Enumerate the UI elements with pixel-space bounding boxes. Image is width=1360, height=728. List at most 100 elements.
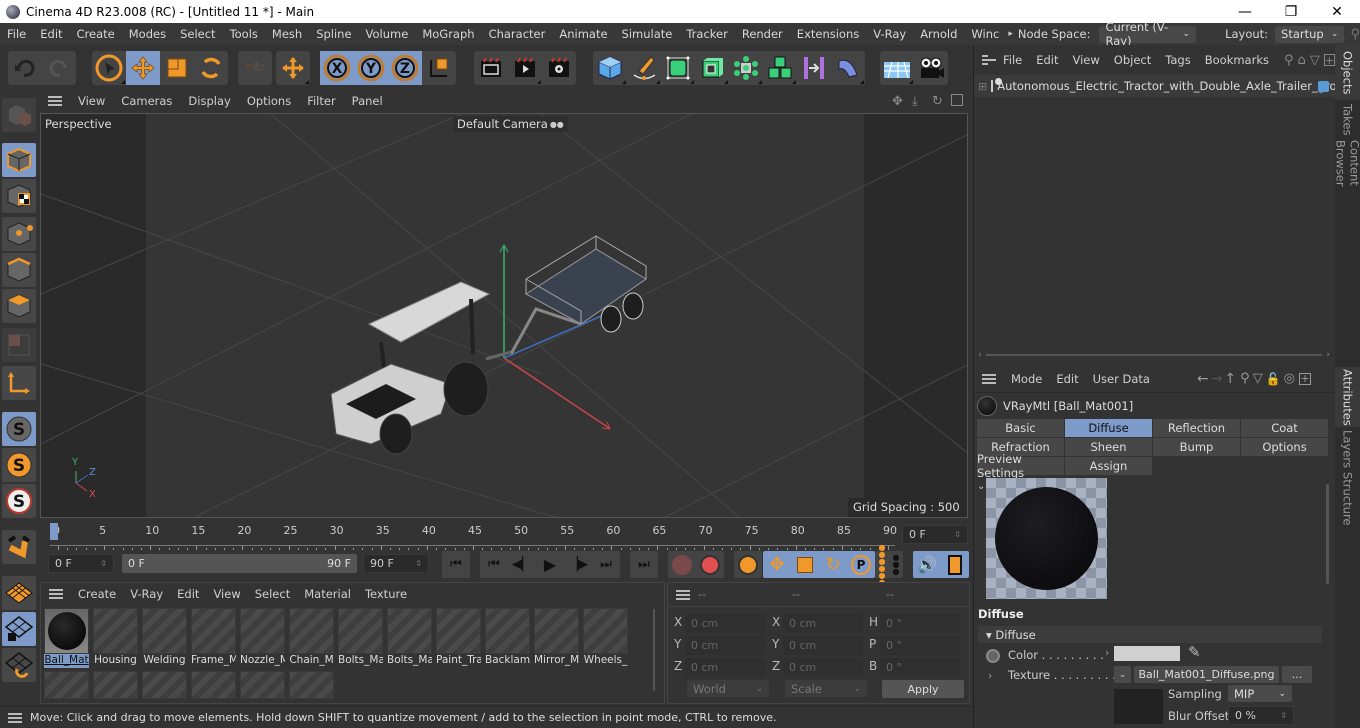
material-label[interactable]: Welding <box>142 654 187 668</box>
hamburger-menu-icon[interactable] <box>676 589 690 600</box>
material-thumbnail[interactable] <box>93 608 138 654</box>
material-thumbnail[interactable] <box>240 608 285 654</box>
coordinate-mode-select[interactable]: Scale ⌄ <box>785 680 867 697</box>
node-space-select[interactable]: Current (V-Ray) ⌄ <box>1099 20 1197 48</box>
menu-tools[interactable]: Tools <box>223 27 265 41</box>
coord-field[interactable]: 0 ° <box>880 614 960 633</box>
material-menu-edit[interactable]: Edit <box>170 587 206 601</box>
previous-frame-icon[interactable]: ◀▏ <box>508 551 536 578</box>
material-menu-create[interactable]: Create <box>71 587 123 601</box>
objects-menu-object[interactable]: Object <box>1107 53 1158 67</box>
material-label[interactable]: Mirror_M <box>534 654 579 668</box>
material-label[interactable]: Chain_M <box>289 654 334 668</box>
new-panel-icon[interactable]: + <box>1323 54 1335 67</box>
blur-offset-field[interactable]: 0 % ⇳ <box>1228 706 1294 725</box>
menu-animate[interactable]: Animate <box>552 27 614 41</box>
psr-icon[interactable]: PSR ↻ <box>238 51 272 85</box>
first-frame-icon[interactable]: ⏮ <box>480 551 508 578</box>
x-axis-icon[interactable]: X <box>320 51 354 85</box>
objects-menu-bookmarks[interactable]: Bookmarks <box>1198 53 1276 67</box>
material-label[interactable]: Paint_Tra <box>436 654 481 668</box>
key-scale-icon[interactable] <box>791 551 819 578</box>
texture-file-button[interactable]: Ball_Mat001_Diffuse.png <box>1134 666 1279 683</box>
object-name[interactable]: Autonomous_Electric_Tractor_with_Double_… <box>997 79 1351 93</box>
locked-workplane-icon[interactable] <box>2 612 36 646</box>
snap-settings-icon[interactable]: S <box>2 448 36 482</box>
objects-menu-view[interactable]: View <box>1066 53 1107 67</box>
hamburger-menu-icon[interactable] <box>8 712 22 723</box>
menu-spline[interactable]: Spline <box>309 27 358 41</box>
attributes-menu-edit[interactable]: Edit <box>1049 372 1085 386</box>
edge-mode-icon[interactable] <box>2 253 36 287</box>
objects-menu-file[interactable]: File <box>996 53 1029 67</box>
rotate-icon[interactable] <box>194 51 228 85</box>
uv-mode-icon[interactable] <box>2 328 36 362</box>
filter-icon[interactable]: ▽ <box>1253 371 1263 386</box>
workplane-icon[interactable] <box>2 576 36 610</box>
menu-edit[interactable]: Edit <box>33 27 69 41</box>
search-icon[interactable]: ⚲ <box>1350 27 1360 42</box>
menu-arnold[interactable]: Arnold <box>913 27 964 41</box>
bend-icon[interactable] <box>831 51 865 85</box>
autokey-icon[interactable] <box>696 551 724 578</box>
render-view-icon[interactable] <box>474 51 508 85</box>
end-frame-field[interactable]: 90 F ⇳ <box>363 554 429 573</box>
expand-icon[interactable]: ⊞ <box>978 80 987 93</box>
hamburger-menu-icon[interactable] <box>982 373 996 384</box>
redo-icon[interactable] <box>42 51 76 85</box>
layer-color-swatch[interactable] <box>1318 80 1329 92</box>
render-icon[interactable] <box>508 51 542 85</box>
objects-menu-edit[interactable]: Edit <box>1029 53 1065 67</box>
material-thumbnail[interactable] <box>583 608 628 654</box>
planar-workplane-icon[interactable] <box>2 648 36 682</box>
menu-simulate[interactable]: Simulate <box>615 27 680 41</box>
go-to-end-icon[interactable]: ⏭ <box>630 551 658 578</box>
hamburger-menu-icon[interactable] <box>48 96 62 106</box>
array-icon[interactable] <box>763 51 797 85</box>
subdivision-icon[interactable] <box>661 51 695 85</box>
color-swatch[interactable] <box>1114 646 1180 661</box>
color-animate-radio[interactable] <box>986 649 1000 663</box>
search-icon[interactable]: ⚲ <box>1284 53 1294 68</box>
material-label[interactable]: Backlam <box>485 654 530 668</box>
attributes-scrollbar[interactable] <box>1326 484 1329 584</box>
coord-field[interactable]: 0 ° <box>880 658 960 677</box>
forward-arrow-icon[interactable]: → <box>1211 371 1223 387</box>
objects-menu-tags[interactable]: Tags <box>1158 53 1197 67</box>
floor-icon[interactable] <box>880 51 914 85</box>
make-editable-icon[interactable] <box>2 98 36 132</box>
film-icon[interactable] <box>941 551 969 578</box>
material-thumbnail[interactable] <box>338 608 383 654</box>
pan-view-icon[interactable]: ✥ <box>892 94 903 109</box>
material-label[interactable]: Bolts_Ma <box>338 654 383 668</box>
tab-diffuse[interactable]: Diffuse <box>1065 419 1153 437</box>
playhead[interactable] <box>50 523 58 540</box>
viewport-menu-view[interactable]: View <box>70 94 113 108</box>
polygon-mode-icon[interactable] <box>2 289 36 323</box>
material-thumbnail[interactable] <box>289 608 334 654</box>
apply-button[interactable]: Apply <box>882 680 964 698</box>
menu-mograph[interactable]: MoGraph <box>415 27 481 41</box>
tab-sheen[interactable]: Sheen <box>1065 438 1153 456</box>
menu-extensions[interactable]: Extensions <box>790 27 866 41</box>
scale-icon[interactable] <box>160 51 194 85</box>
menu-mesh[interactable]: Mesh <box>265 27 309 41</box>
tab-attributes[interactable]: Attributes <box>1335 367 1360 427</box>
maximize-view-icon[interactable] <box>951 94 963 106</box>
material-label[interactable]: Nozzle_M <box>240 654 285 668</box>
maximize-button[interactable]: ❐ <box>1268 0 1314 23</box>
magnet-icon[interactable] <box>2 530 36 564</box>
cloner-icon[interactable] <box>729 51 763 85</box>
texture-mode-icon[interactable] <box>2 179 36 213</box>
menu-character[interactable]: Character <box>482 27 553 41</box>
material-thumbnail[interactable] <box>240 671 285 699</box>
move-icon[interactable] <box>126 51 160 85</box>
deformer-icon[interactable] <box>797 51 831 85</box>
sampling-select[interactable]: MIP ⌄ <box>1228 685 1292 702</box>
material-label[interactable]: Frame_M <box>191 654 236 668</box>
layout-select[interactable]: Startup ⌄ <box>1275 25 1345 43</box>
transform-icon[interactable] <box>276 51 310 85</box>
tab-reflection[interactable]: Reflection <box>1153 419 1241 437</box>
minimize-button[interactable]: — <box>1222 0 1268 23</box>
point-mode-icon[interactable] <box>2 217 36 251</box>
